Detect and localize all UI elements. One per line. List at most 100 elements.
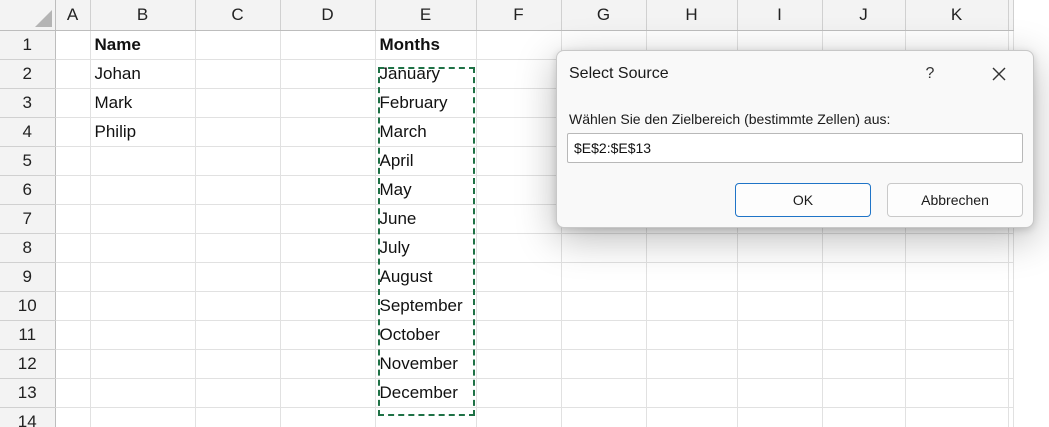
cell-c11[interactable] [195,320,281,350]
cell-f14[interactable] [476,407,562,427]
row-header-6[interactable]: 6 [0,175,56,205]
cell-g12[interactable] [561,349,647,379]
row-header-9[interactable]: 9 [0,262,56,292]
cell-a13[interactable] [55,378,91,408]
cell-f10[interactable] [476,291,562,321]
cell-h10[interactable] [646,291,738,321]
cell-b9[interactable] [90,262,196,292]
cell-k13[interactable] [905,378,1009,408]
cell-d5[interactable] [280,146,376,176]
cell-c1[interactable] [195,30,281,60]
column-header-j[interactable]: J [822,0,906,31]
cell-b3[interactable]: Mark [90,88,196,118]
column-header-g[interactable]: G [561,0,647,31]
cell-e6[interactable]: May [375,175,477,205]
cell-c7[interactable] [195,204,281,234]
cell-a14[interactable] [55,407,91,427]
cell-a3[interactable] [55,88,91,118]
cell-f3[interactable] [476,88,562,118]
cell-e12[interactable]: November [375,349,477,379]
cell-a9[interactable] [55,262,91,292]
cell-b5[interactable] [90,146,196,176]
cell-h9[interactable] [646,262,738,292]
cell-f6[interactable] [476,175,562,205]
cell-a4[interactable] [55,117,91,147]
row-header-8[interactable]: 8 [0,233,56,263]
cell-e14[interactable] [375,407,477,427]
ok-button[interactable]: OK [735,183,871,217]
cell-j8[interactable] [822,233,906,263]
cell-c9[interactable] [195,262,281,292]
cell-e13[interactable]: December [375,378,477,408]
cell-f5[interactable] [476,146,562,176]
cell-a1[interactable] [55,30,91,60]
cell-c6[interactable] [195,175,281,205]
cell-d12[interactable] [280,349,376,379]
column-header-e[interactable]: E [375,0,477,31]
cell-f12[interactable] [476,349,562,379]
cell-i8[interactable] [737,233,823,263]
row-header-14[interactable]: 14 [0,407,56,427]
cell-g8[interactable] [561,233,647,263]
cell-b6[interactable] [90,175,196,205]
cell-d4[interactable] [280,117,376,147]
cell-j12[interactable] [822,349,906,379]
cell-e8[interactable]: July [375,233,477,263]
cell-g13[interactable] [561,378,647,408]
cell-h14[interactable] [646,407,738,427]
cell-e1[interactable]: Months [375,30,477,60]
cell-c14[interactable] [195,407,281,427]
cell-h13[interactable] [646,378,738,408]
cell-i12[interactable] [737,349,823,379]
cell-a10[interactable] [55,291,91,321]
select-all-corner[interactable] [0,0,56,31]
column-header-c[interactable]: C [195,0,281,31]
row-header-11[interactable]: 11 [0,320,56,350]
cell-i14[interactable] [737,407,823,427]
cell-c12[interactable] [195,349,281,379]
cell-c2[interactable] [195,59,281,89]
row-header-1[interactable]: 1 [0,30,56,60]
cell-b7[interactable] [90,204,196,234]
cell-d1[interactable] [280,30,376,60]
cell-b11[interactable] [90,320,196,350]
cell-c3[interactable] [195,88,281,118]
range-input[interactable] [567,133,1023,163]
column-header-f[interactable]: F [476,0,562,31]
cell-k9[interactable] [905,262,1009,292]
cell-j9[interactable] [822,262,906,292]
cell-g14[interactable] [561,407,647,427]
row-header-7[interactable]: 7 [0,204,56,234]
cell-e4[interactable]: March [375,117,477,147]
cell-f13[interactable] [476,378,562,408]
cell-d7[interactable] [280,204,376,234]
cell-c13[interactable] [195,378,281,408]
cell-h8[interactable] [646,233,738,263]
cell-f9[interactable] [476,262,562,292]
cancel-button[interactable]: Abbrechen [887,183,1023,217]
cell-f8[interactable] [476,233,562,263]
cell-d9[interactable] [280,262,376,292]
cell-b12[interactable] [90,349,196,379]
cell-k14[interactable] [905,407,1009,427]
cell-g10[interactable] [561,291,647,321]
cell-i11[interactable] [737,320,823,350]
cell-a12[interactable] [55,349,91,379]
cell-c8[interactable] [195,233,281,263]
cell-j13[interactable] [822,378,906,408]
cell-g11[interactable] [561,320,647,350]
cell-j11[interactable] [822,320,906,350]
cell-i9[interactable] [737,262,823,292]
cell-e10[interactable]: September [375,291,477,321]
cell-f4[interactable] [476,117,562,147]
cell-f2[interactable] [476,59,562,89]
row-header-5[interactable]: 5 [0,146,56,176]
cell-f11[interactable] [476,320,562,350]
cell-d2[interactable] [280,59,376,89]
column-header-h[interactable]: H [646,0,738,31]
cell-a8[interactable] [55,233,91,263]
cell-e7[interactable]: June [375,204,477,234]
row-header-2[interactable]: 2 [0,59,56,89]
row-header-10[interactable]: 10 [0,291,56,321]
cell-d13[interactable] [280,378,376,408]
